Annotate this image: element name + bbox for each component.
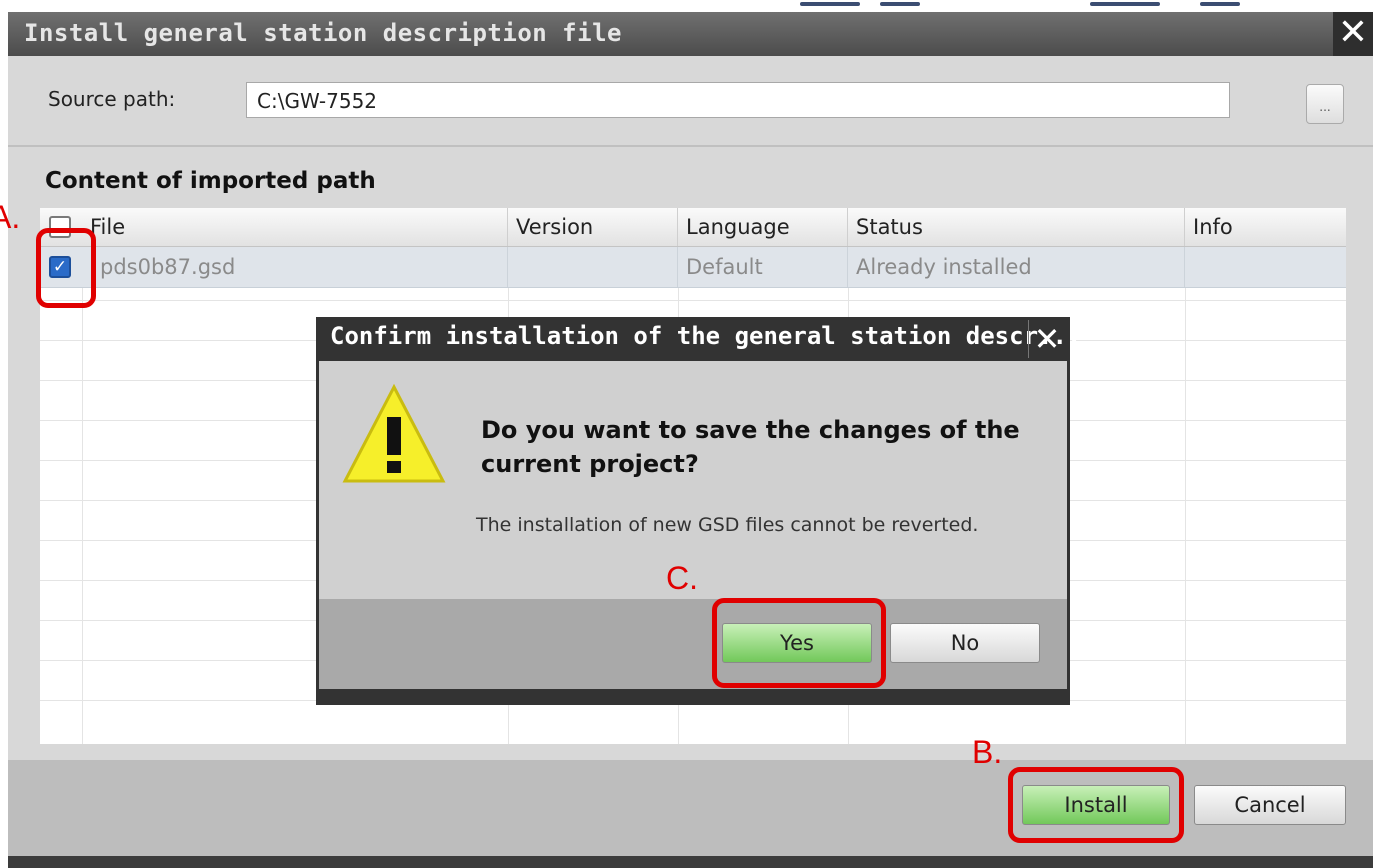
column-header-version[interactable]: Version	[508, 208, 678, 246]
table-row[interactable]: ✓ pds0b87.gsd Default Already installed	[40, 247, 1346, 288]
column-header-info[interactable]: Info	[1185, 208, 1346, 246]
dialog-title: Install general station description file	[24, 19, 622, 47]
confirm-question: Do you want to save the changes of the c…	[481, 416, 1020, 478]
dialog-bottom-edge	[8, 856, 1373, 868]
source-path-label: Source path:	[48, 87, 176, 111]
dialog-close-button[interactable]: ✕	[1333, 12, 1373, 56]
table-header: File Version Language Status Info	[40, 208, 1346, 247]
confirm-close-button[interactable]: ✕	[1028, 320, 1065, 358]
cell-version	[508, 247, 678, 287]
confirm-dialog-title: Confirm installation of the general stat…	[330, 322, 1082, 350]
close-icon: ✕	[1337, 12, 1369, 53]
highlight-box-c	[712, 598, 886, 688]
no-button[interactable]: No	[890, 623, 1040, 663]
confirm-dialog: Confirm installation of the general stat…	[316, 317, 1081, 705]
warning-icon	[342, 383, 446, 483]
confirm-detail: The installation of new GSD files cannot…	[476, 514, 979, 536]
source-path-input[interactable]: C:\GW-7552	[246, 82, 1230, 118]
grid-column-line	[82, 288, 83, 744]
column-header-file[interactable]: File	[82, 208, 508, 246]
cell-info	[1185, 247, 1346, 287]
cancel-button[interactable]: Cancel	[1194, 785, 1346, 825]
dialog-titlebar: Install general station description file…	[8, 12, 1373, 56]
background-fragment	[1090, 2, 1160, 6]
cell-language: Default	[678, 247, 848, 287]
background-fragment	[800, 2, 860, 6]
column-header-status[interactable]: Status	[848, 208, 1185, 246]
browse-button[interactable]: ...	[1306, 84, 1344, 124]
background-fragment	[880, 2, 920, 6]
cell-file: pds0b87.gsd	[82, 247, 508, 287]
highlight-box-a	[36, 228, 96, 308]
annotation-label-a: A.	[0, 199, 21, 235]
highlight-box-b	[1008, 767, 1184, 843]
close-icon: ✕	[1033, 320, 1061, 358]
background-window-strip	[0, 0, 1373, 12]
cell-status: Already installed	[848, 247, 1185, 287]
column-header-language[interactable]: Language	[678, 208, 848, 246]
background-fragment	[1200, 2, 1240, 6]
annotation-label-c: C.	[666, 560, 698, 596]
divider	[8, 145, 1373, 147]
annotation-label-b: B.	[972, 734, 1003, 770]
grid-line	[40, 300, 1346, 301]
section-title: Content of imported path	[45, 168, 376, 194]
grid-column-line	[1185, 288, 1186, 744]
